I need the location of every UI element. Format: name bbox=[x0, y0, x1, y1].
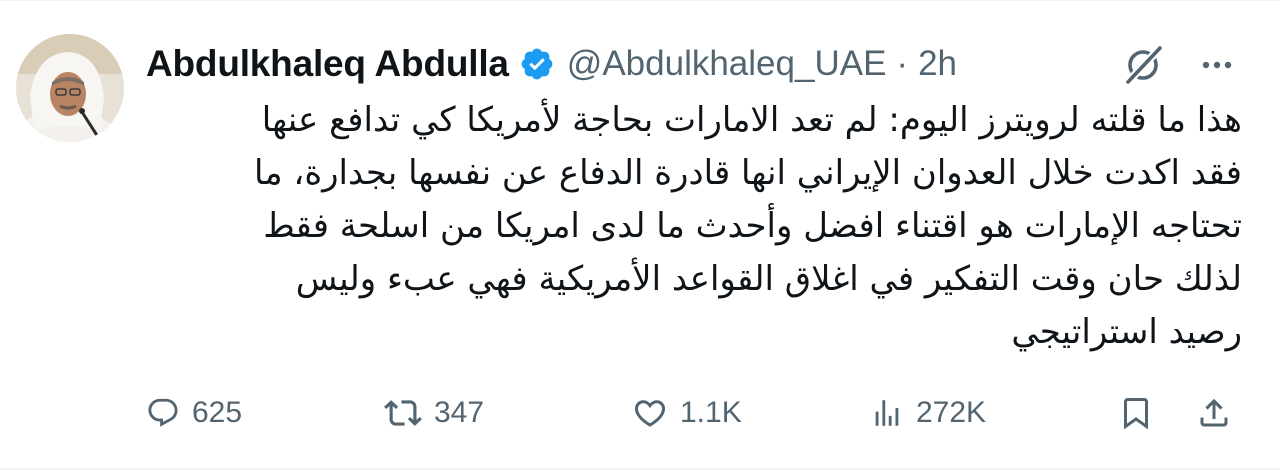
verified-badge-icon[interactable] bbox=[519, 46, 555, 82]
tweet-timestamp[interactable]: 2h bbox=[918, 44, 957, 84]
share-icon bbox=[1196, 395, 1232, 431]
avatar-image bbox=[16, 34, 124, 142]
repost-icon bbox=[384, 394, 422, 432]
top-divider bbox=[0, 0, 1280, 1]
repost-button[interactable]: 347 bbox=[384, 386, 484, 440]
avatar[interactable] bbox=[16, 34, 124, 142]
like-count: 1.1K bbox=[680, 396, 742, 429]
bookmark-icon bbox=[1118, 395, 1154, 431]
views-icon bbox=[870, 396, 904, 430]
repost-count: 347 bbox=[434, 396, 485, 429]
like-button[interactable]: 1.1K bbox=[632, 386, 742, 440]
bookmark-button[interactable] bbox=[1118, 386, 1154, 440]
views-count: 272K bbox=[916, 396, 987, 429]
reply-button[interactable]: 625 bbox=[146, 386, 242, 440]
action-bar: 625 347 1.1K 272K bbox=[146, 386, 1242, 440]
author-name[interactable]: Abdulkhaleq Abdulla bbox=[146, 43, 509, 85]
more-icon[interactable] bbox=[1192, 40, 1242, 90]
like-icon bbox=[632, 395, 668, 431]
grok-icon[interactable] bbox=[1118, 40, 1168, 90]
reply-count: 625 bbox=[192, 396, 243, 429]
header-separator: · bbox=[896, 44, 909, 83]
views-button[interactable]: 272K bbox=[870, 386, 986, 440]
author-handle[interactable]: @Abdulkhaleq_UAE bbox=[567, 44, 887, 84]
share-button[interactable] bbox=[1196, 386, 1232, 440]
tweet-header: Abdulkhaleq Abdulla @Abdulkhaleq_UAE · 2… bbox=[146, 40, 957, 88]
tweet-text: هذا ما قلته لرويترز اليوم: لم تعد الامار… bbox=[253, 100, 1242, 352]
reply-icon bbox=[146, 396, 180, 430]
